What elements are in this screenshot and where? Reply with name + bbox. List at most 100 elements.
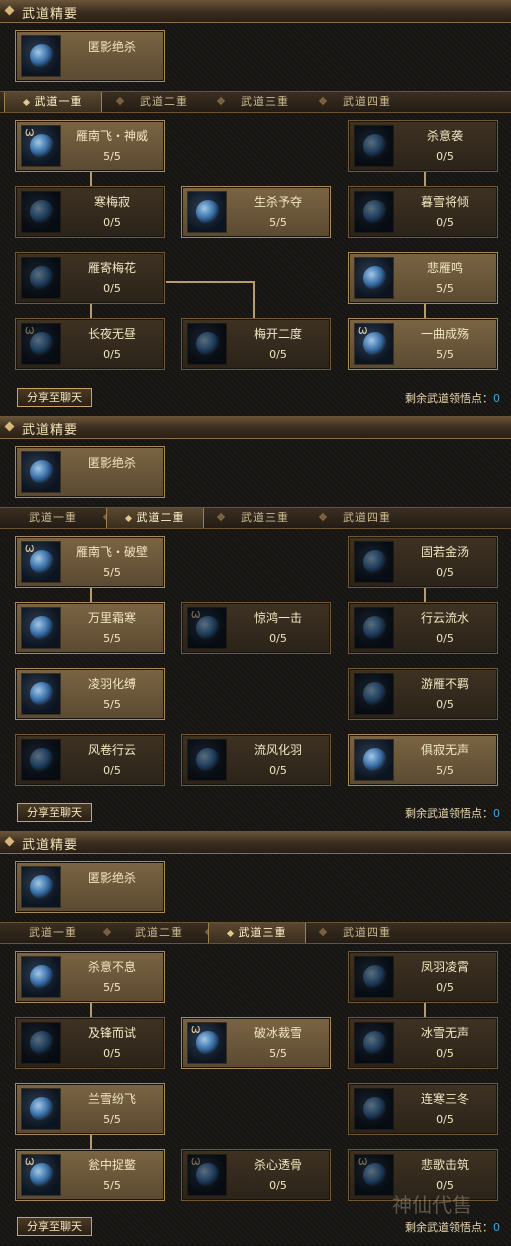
skill-icon: Ѡ	[354, 323, 394, 365]
skill-card[interactable]: 悲雁鸣 5/5	[348, 252, 498, 304]
skill-count: 5/5	[269, 1047, 287, 1060]
essential-skill[interactable]: 匿影绝杀	[15, 861, 165, 913]
skill-card[interactable]: Ѡ 雁南飞・神威 5/5	[15, 120, 165, 172]
skill-count: 0/5	[103, 764, 121, 777]
skill-count: 0/5	[269, 632, 287, 645]
skill-name: 杀意袭	[426, 129, 463, 143]
skill-icon	[21, 956, 61, 998]
skill-icon	[21, 451, 61, 493]
tab-tier-3[interactable]: 武道三重	[216, 508, 314, 528]
skill-card[interactable]: 行云流水 0/5	[348, 602, 498, 654]
skill-card[interactable]: 雁寄梅花 0/5	[15, 252, 165, 304]
essentials-title: 武道精要	[22, 7, 79, 22]
skill-name: 凌羽化缚	[87, 677, 136, 691]
essentials-title: 武道精要	[22, 423, 79, 438]
tab-tier-3[interactable]: 武道三重	[208, 923, 306, 943]
skill-count: 0/5	[436, 981, 454, 994]
skill-name: 游雁不羁	[420, 677, 469, 691]
skill-card[interactable]: Ѡ 瓮中捉鳖 5/5	[15, 1149, 165, 1201]
tab-tier-1[interactable]: 武道一重	[4, 508, 102, 528]
skill-card[interactable]: 固若金汤 0/5	[348, 536, 498, 588]
skill-card[interactable]: 杀意不息 5/5	[15, 951, 165, 1003]
skill-card[interactable]: Ѡ 惊鸿一击 0/5	[181, 602, 331, 654]
skill-name: 惊鸿一击	[253, 611, 302, 625]
skill-name: 生杀予夺	[253, 195, 302, 209]
skill-count: 5/5	[269, 216, 287, 229]
share-to-chat-button[interactable]: 分享至聊天	[17, 388, 92, 407]
skill-name: 凤羽凌霄	[420, 960, 469, 974]
skill-icon	[354, 607, 394, 649]
tab-tier-2[interactable]: 武道二重	[106, 508, 204, 528]
skill-card[interactable]: 流风化羽 0/5	[181, 734, 331, 786]
skill-icon	[21, 1022, 61, 1064]
skill-icon: Ѡ	[354, 1154, 394, 1196]
tab-tier-1[interactable]: 武道一重	[4, 923, 102, 943]
tab-tier-3[interactable]: 武道三重	[216, 92, 314, 112]
skill-name: 行云流水	[420, 611, 469, 625]
remaining-points: 剩余武道领悟点：0	[405, 1221, 500, 1234]
skill-icon	[354, 956, 394, 998]
essentials-title: 武道精要	[22, 838, 79, 853]
essential-skill[interactable]: 匿影绝杀	[15, 30, 165, 82]
skill-count: 5/5	[436, 282, 454, 295]
share-to-chat-button[interactable]: 分享至聊天	[17, 1217, 92, 1236]
skill-card[interactable]: 风卷行云 0/5	[15, 734, 165, 786]
skill-card[interactable]: Ѡ 杀心透骨 0/5	[181, 1149, 331, 1201]
tab-tier-1[interactable]: 武道一重	[4, 92, 102, 112]
tab-tier-2[interactable]: 武道二重	[110, 923, 208, 943]
skill-count: 5/5	[103, 698, 121, 711]
skill-card[interactable]: 冰雪无声 0/5	[348, 1017, 498, 1069]
skill-icon	[187, 191, 227, 233]
skill-icon	[21, 1088, 61, 1130]
skill-icon	[21, 739, 61, 781]
skill-name: 冰雪无声	[420, 1026, 469, 1040]
skill-icon: Ѡ	[187, 1022, 227, 1064]
skill-count: 0/5	[436, 1113, 454, 1126]
skill-name: 悲歌击筑	[420, 1158, 469, 1172]
skill-card[interactable]: 俱寂无声 5/5	[348, 734, 498, 786]
remaining-points: 剩余武道领悟点：0	[405, 392, 500, 405]
skill-card[interactable]: Ѡ 破冰裁雪 5/5	[181, 1017, 331, 1069]
skill-icon	[187, 739, 227, 781]
skill-name: 暮雪将倾	[420, 195, 469, 209]
skill-icon: Ѡ	[21, 1154, 61, 1196]
tab-tier-4[interactable]: 武道四重	[318, 92, 416, 112]
skill-count: 5/5	[103, 1179, 121, 1192]
skill-count: 0/5	[269, 1179, 287, 1192]
skill-name: 悲雁鸣	[426, 261, 463, 275]
skill-card[interactable]: Ѡ 雁南飞・破壁 5/5	[15, 536, 165, 588]
skill-card[interactable]: 杀意袭 0/5	[348, 120, 498, 172]
skill-card[interactable]: 凤羽凌霄 0/5	[348, 951, 498, 1003]
skill-card[interactable]: 凌羽化缚 5/5	[15, 668, 165, 720]
skill-count: 5/5	[103, 1113, 121, 1126]
skill-count: 0/5	[436, 632, 454, 645]
skill-name: 匿影绝杀	[87, 40, 136, 54]
skill-card[interactable]: 游雁不羁 0/5	[348, 668, 498, 720]
skill-count: 0/5	[436, 566, 454, 579]
skill-count: 5/5	[103, 150, 121, 163]
tab-tier-4[interactable]: 武道四重	[318, 923, 416, 943]
skill-card[interactable]: Ѡ 长夜无昼 0/5	[15, 318, 165, 370]
skill-card[interactable]: 生杀予夺 5/5	[181, 186, 331, 238]
skill-name: 一曲成殇	[420, 327, 469, 341]
skill-name: 破冰裁雪	[253, 1026, 302, 1040]
skill-card[interactable]: 寒梅寂 0/5	[15, 186, 165, 238]
skill-card[interactable]: 梅开二度 0/5	[181, 318, 331, 370]
skill-count: 0/5	[103, 282, 121, 295]
skill-icon	[354, 673, 394, 715]
skill-name: 匿影绝杀	[87, 871, 136, 885]
skill-name: 雁南飞・神威	[75, 129, 148, 143]
diamond-icon	[4, 836, 15, 847]
skill-count: 5/5	[436, 764, 454, 777]
watermark: 神仙代售	[392, 1193, 472, 1217]
share-to-chat-button[interactable]: 分享至聊天	[17, 803, 92, 822]
skill-card[interactable]: 及锋而试 0/5	[15, 1017, 165, 1069]
skill-card[interactable]: Ѡ 一曲成殇 5/5	[348, 318, 498, 370]
skill-card[interactable]: 暮雪将倾 0/5	[348, 186, 498, 238]
skill-card[interactable]: 连寒三冬 0/5	[348, 1083, 498, 1135]
essential-skill[interactable]: 匿影绝杀	[15, 446, 165, 498]
tab-tier-2[interactable]: 武道二重	[115, 92, 213, 112]
skill-card[interactable]: 兰雪纷飞 5/5	[15, 1083, 165, 1135]
tab-tier-4[interactable]: 武道四重	[318, 508, 416, 528]
skill-card[interactable]: 万里霜寒 5/5	[15, 602, 165, 654]
